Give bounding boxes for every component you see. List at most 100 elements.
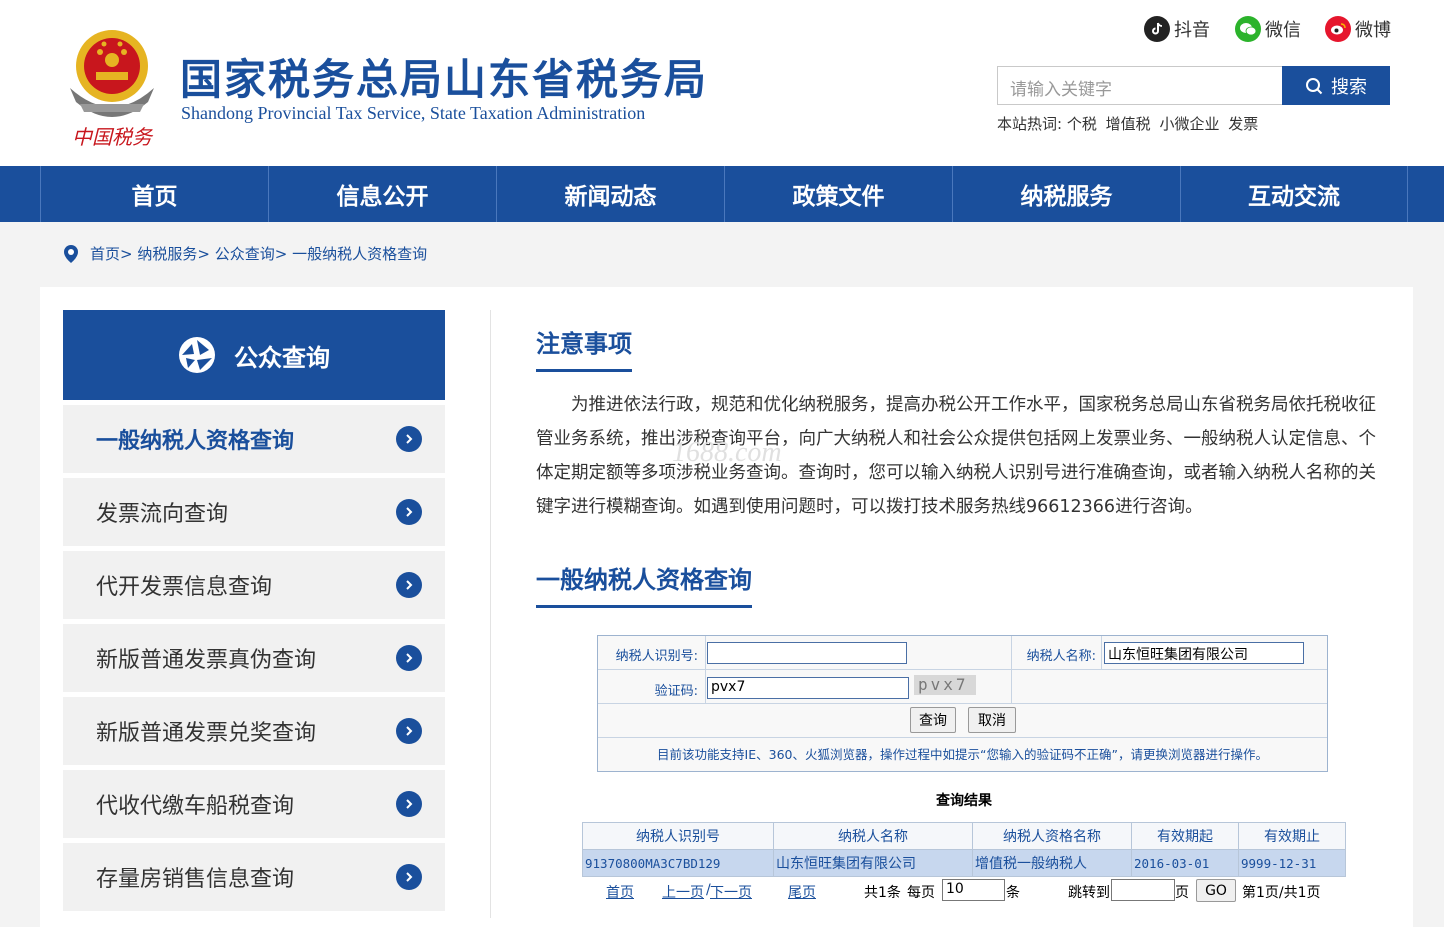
- query-logo-icon: [179, 337, 215, 373]
- column-header: 有效期起: [1131, 822, 1239, 850]
- chevron-right-icon: [396, 499, 422, 525]
- taxpayer-id-input[interactable]: [707, 642, 907, 664]
- search-input[interactable]: 请输入关键字: [997, 66, 1283, 105]
- svg-text:中国税务: 中国税务: [72, 125, 154, 149]
- sidebar-title: 公众查询: [234, 343, 330, 372]
- nav-item-taxpayer-service[interactable]: 纳税服务: [952, 166, 1180, 222]
- sidebar-item-label: 新版普通发票兑奖查询: [96, 721, 317, 746]
- column-header: 纳税人名称: [773, 822, 973, 850]
- query-button[interactable]: 查询: [910, 707, 956, 733]
- chevron-right-icon: [396, 572, 422, 598]
- sidebar-item-label: 代收代缴车船税查询: [96, 794, 295, 819]
- hot-word-link[interactable]: 增值税: [1106, 115, 1151, 133]
- per-page-unit: 条: [1006, 885, 1020, 901]
- cell-border: [705, 670, 706, 704]
- social-wechat-label: 微信: [1265, 20, 1301, 41]
- hot-words: 本站热词: 个税 增值税 小微企业 发票: [997, 113, 1262, 134]
- breadcrumb-home[interactable]: 首页>: [90, 243, 133, 264]
- cancel-button[interactable]: 取消: [968, 707, 1016, 733]
- chevron-right-icon: [396, 791, 422, 817]
- search-icon: [1306, 77, 1323, 94]
- douyin-icon: [1144, 16, 1170, 42]
- jump-page-input[interactable]: [1111, 879, 1175, 901]
- hot-word-link[interactable]: 发票: [1228, 115, 1258, 133]
- cell-valid-to: 9999-12-31: [1238, 849, 1346, 877]
- go-button[interactable]: GO: [1196, 879, 1236, 902]
- per-page-label: 每页: [907, 885, 935, 901]
- site-title: 国家税务总局山东省税务局: [180, 55, 709, 104]
- sidebar-item-vehicle-tax[interactable]: 代收代缴车船税查询: [63, 770, 445, 838]
- result-table: 纳税人识别号 纳税人名称 纳税人资格名称 有效期起 有效期止 91370800M…: [582, 822, 1346, 877]
- notice-text: 为推进依法行政，规范和优化纳税服务，提高办税公开工作水平，国家税务总局山东省税务…: [536, 395, 1376, 517]
- captcha-label: 验证码:: [654, 684, 698, 699]
- nav-item-interaction[interactable]: 互动交流: [1180, 166, 1408, 222]
- form-row: 查询 取消: [598, 704, 1327, 738]
- social-douyin[interactable]: 抖音: [1144, 16, 1210, 42]
- sidebar-item-label: 新版普通发票真伪查询: [96, 648, 317, 673]
- nav-item-info-disclosure[interactable]: 信息公开: [268, 166, 496, 222]
- hot-words-label: 本站热词:: [997, 115, 1063, 133]
- pager-first[interactable]: 首页: [606, 882, 634, 902]
- breadcrumb: 首页> 纳税服务> 公众查询> 一般纳税人资格查询: [62, 243, 427, 264]
- social-weibo-label: 微博: [1355, 20, 1391, 41]
- column-header: 有效期止: [1238, 822, 1346, 850]
- nav-item-news[interactable]: 新闻动态: [496, 166, 724, 222]
- per-page-input[interactable]: 10: [942, 879, 1005, 901]
- column-header: 纳税人资格名称: [972, 822, 1132, 850]
- column-header: 纳税人识别号: [582, 822, 774, 850]
- wechat-icon: [1235, 16, 1261, 42]
- jump-label: 跳转到: [1068, 885, 1110, 901]
- social-weibo[interactable]: 微博: [1325, 16, 1391, 42]
- breadcrumb-public-query[interactable]: 公众查询>: [215, 243, 288, 264]
- breadcrumb-current[interactable]: 一般纳税人资格查询: [292, 243, 427, 264]
- tax-emblem-logo[interactable]: 中国税务: [62, 26, 162, 152]
- sidebar-item-invoice-authenticity[interactable]: 新版普通发票真伪查询: [63, 624, 445, 692]
- cell-valid-from: 2016-03-01: [1131, 849, 1239, 877]
- chevron-right-icon: [396, 645, 422, 671]
- sidebar-item-invoice-flow[interactable]: 发票流向查询: [63, 478, 445, 546]
- search-button[interactable]: 搜索: [1282, 66, 1390, 105]
- cell-qualification: 增值税一般纳税人: [972, 849, 1132, 877]
- watermark: 1688.com: [672, 437, 782, 468]
- weibo-icon: [1325, 16, 1351, 42]
- form-row: 纳税人识别号: 纳税人名称: 山东恒旺集团有限公司: [598, 636, 1327, 670]
- sidebar-item-label: 代开发票信息查询: [96, 575, 273, 600]
- pagination: 首页 上一页 / 下一页 尾页 共1条 每页 10 条 跳转到 页 GO 第1页…: [582, 878, 1346, 902]
- cell-border: [705, 636, 706, 670]
- cell-taxpayer-id: 91370800MA3C7BD129: [582, 849, 774, 877]
- chevron-right-icon: [396, 426, 422, 452]
- pager-last[interactable]: 尾页: [788, 882, 816, 902]
- site-header: 中国税务 国家税务总局山东省税务局 Shandong Provincial Ta…: [0, 0, 1444, 166]
- sidebar-item-label: 一般纳税人资格查询: [96, 429, 295, 454]
- captcha-input[interactable]: pvx7: [707, 677, 909, 699]
- jump-unit: 页: [1175, 885, 1189, 901]
- sidebar-item-invoice-prize[interactable]: 新版普通发票兑奖查询: [63, 697, 445, 765]
- sidebar-item-agent-invoice[interactable]: 代开发票信息查询: [63, 551, 445, 619]
- pager-total: 共1条: [864, 885, 901, 901]
- cell-border: [1011, 636, 1012, 670]
- pager-next[interactable]: 下一页: [710, 882, 752, 902]
- table-row[interactable]: 91370800MA3C7BD129 山东恒旺集团有限公司 增值税一般纳税人 2…: [582, 849, 1346, 877]
- cell-taxpayer-name: 山东恒旺集团有限公司: [773, 849, 973, 877]
- column-divider: [490, 310, 491, 918]
- main-nav: 首页 信息公开 新闻动态 政策文件 纳税服务 互动交流: [0, 166, 1444, 222]
- taxpayer-name-label: 纳税人名称:: [1026, 649, 1096, 664]
- site-subtitle: Shandong Provincial Tax Service, State T…: [181, 103, 646, 123]
- pager-prev[interactable]: 上一页: [662, 882, 704, 902]
- nav-item-policy[interactable]: 政策文件: [724, 166, 952, 222]
- breadcrumb-taxpayer-service[interactable]: 纳税服务>: [137, 243, 210, 264]
- location-pin-icon: [64, 244, 78, 263]
- notice-title: 注意事项: [536, 324, 632, 372]
- sidebar-item-housing-sales[interactable]: 存量房销售信息查询: [63, 843, 445, 911]
- hot-word-link[interactable]: 小微企业: [1159, 115, 1219, 133]
- sidebar-item-general-taxpayer[interactable]: 一般纳税人资格查询: [63, 405, 445, 473]
- taxpayer-id-label: 纳税人识别号:: [615, 649, 698, 664]
- table-header-row: 纳税人识别号 纳税人名称 纳税人资格名称 有效期起 有效期止: [582, 822, 1346, 850]
- nav-item-home[interactable]: 首页: [40, 166, 268, 222]
- taxpayer-name-input[interactable]: 山东恒旺集团有限公司: [1104, 642, 1304, 664]
- form-row: 验证码: pvx7 pvx7: [598, 670, 1327, 704]
- hot-word-link[interactable]: 个税: [1067, 115, 1097, 133]
- captcha-image[interactable]: pvx7: [914, 675, 976, 695]
- social-wechat[interactable]: 微信: [1235, 16, 1301, 42]
- sidebar-item-label: 存量房销售信息查询: [96, 867, 295, 892]
